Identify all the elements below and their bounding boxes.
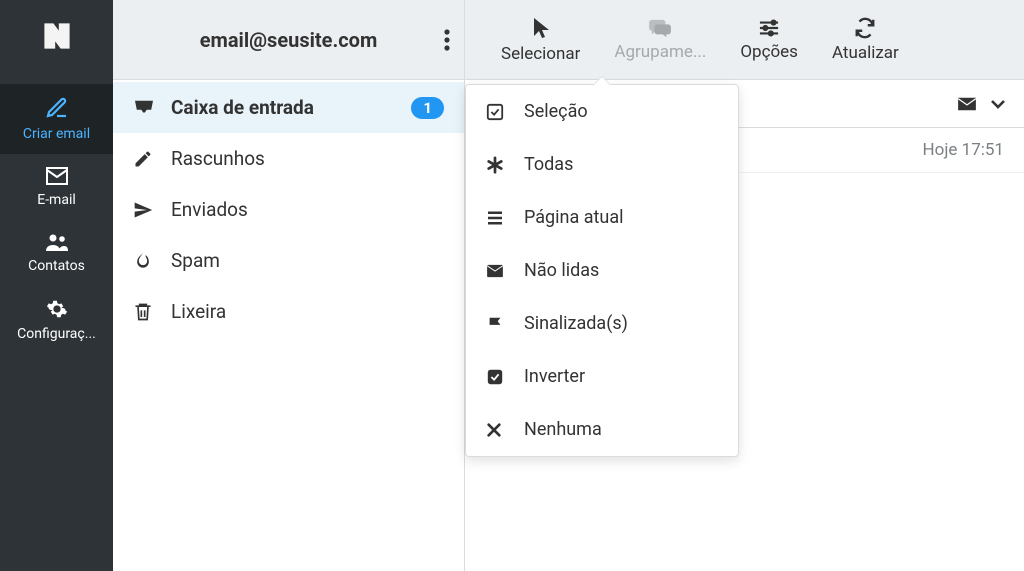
cursor-icon: [531, 16, 551, 40]
message-time: Hoje 17:51: [923, 140, 1004, 160]
folder-name: Lixeira: [171, 300, 444, 323]
nav-contacts[interactable]: Contatos: [0, 220, 113, 286]
toolbar-label: Selecionar: [501, 44, 580, 64]
folder-sent[interactable]: Enviados: [113, 184, 464, 235]
nav-compose[interactable]: Criar email: [0, 84, 113, 154]
dd-selection[interactable]: Seleção: [466, 85, 738, 138]
nav-label: Configuraç...: [0, 326, 113, 342]
nav-label: E-mail: [0, 192, 113, 208]
pencil-icon: [133, 149, 155, 169]
dd-label: Nenhuma: [524, 419, 602, 440]
dd-label: Sinalizada(s): [524, 313, 628, 334]
dd-label: Todas: [524, 154, 573, 175]
toolbar-options[interactable]: Opções: [728, 12, 810, 68]
flag-icon: [486, 315, 506, 333]
trash-icon: [133, 301, 155, 323]
dd-label: Página atual: [524, 207, 624, 228]
x-icon: [486, 422, 506, 438]
checkbox-filled-icon: [486, 368, 506, 386]
folder-name: Rascunhos: [171, 147, 444, 170]
send-icon: [133, 200, 155, 220]
dd-current-page[interactable]: Página atual: [466, 191, 738, 244]
main-panel: Selecionar Agrupame... Opções Atualizar: [465, 0, 1024, 571]
nav-label: Contatos: [0, 258, 113, 274]
chat-icon: [648, 18, 672, 38]
unread-badge: 1: [411, 97, 444, 119]
envelope-icon: [486, 264, 506, 278]
dd-label: Seleção: [524, 101, 588, 122]
dd-all[interactable]: Todas: [466, 138, 738, 191]
more-vertical-icon[interactable]: [444, 29, 450, 51]
asterisk-icon: [486, 156, 506, 174]
folder-list: Caixa de entrada 1 Rascunhos Enviados S: [113, 80, 464, 337]
folder-drafts[interactable]: Rascunhos: [113, 133, 464, 184]
folder-inbox[interactable]: Caixa de entrada 1: [113, 82, 464, 133]
compose-icon: [45, 96, 69, 120]
envelope-icon[interactable]: [956, 96, 978, 112]
folder-name: Spam: [171, 249, 444, 272]
account-email: email@seusite.com: [200, 28, 378, 52]
dd-none[interactable]: Nenhuma: [466, 403, 738, 456]
toolbar: Selecionar Agrupame... Opções Atualizar: [465, 0, 1024, 80]
nav-label: Criar email: [0, 126, 113, 142]
toolbar-group[interactable]: Agrupame...: [602, 12, 718, 68]
dd-invert[interactable]: Inverter: [466, 350, 738, 403]
contacts-icon: [44, 232, 70, 252]
folder-panel: email@seusite.com Caixa de entrada 1 Ras…: [113, 0, 465, 571]
inbox-icon: [133, 99, 155, 117]
select-dropdown: Seleção Todas Página atual Não lidas: [465, 84, 739, 457]
gear-icon: [46, 298, 68, 320]
toolbar-label: Agrupame...: [614, 42, 706, 62]
checkbox-outline-icon: [486, 103, 506, 121]
toolbar-label: Opções: [740, 42, 798, 62]
refresh-icon: [854, 17, 876, 39]
fire-icon: [133, 250, 155, 272]
toolbar-select[interactable]: Selecionar: [489, 10, 592, 70]
dd-label: Não lidas: [524, 260, 599, 281]
folder-name: Caixa de entrada: [171, 96, 395, 119]
folder-spam[interactable]: Spam: [113, 235, 464, 286]
nav-sidebar: Criar email E-mail Contatos Configuraç..…: [0, 0, 113, 571]
logo-icon: [39, 18, 75, 54]
folder-name: Enviados: [171, 198, 444, 221]
toolbar-refresh[interactable]: Atualizar: [820, 11, 911, 69]
chevron-down-icon[interactable]: [990, 99, 1006, 109]
sliders-icon: [758, 18, 780, 38]
folder-trash[interactable]: Lixeira: [113, 286, 464, 337]
dd-flagged[interactable]: Sinalizada(s): [466, 297, 738, 350]
toolbar-label: Atualizar: [832, 43, 899, 63]
dd-unread[interactable]: Não lidas: [466, 244, 738, 297]
nav-email[interactable]: E-mail: [0, 154, 113, 220]
dd-label: Inverter: [524, 366, 585, 387]
list-icon: [486, 211, 506, 225]
nav-settings[interactable]: Configuraç...: [0, 286, 113, 354]
mail-icon: [45, 166, 69, 186]
folder-header: email@seusite.com: [113, 0, 464, 80]
